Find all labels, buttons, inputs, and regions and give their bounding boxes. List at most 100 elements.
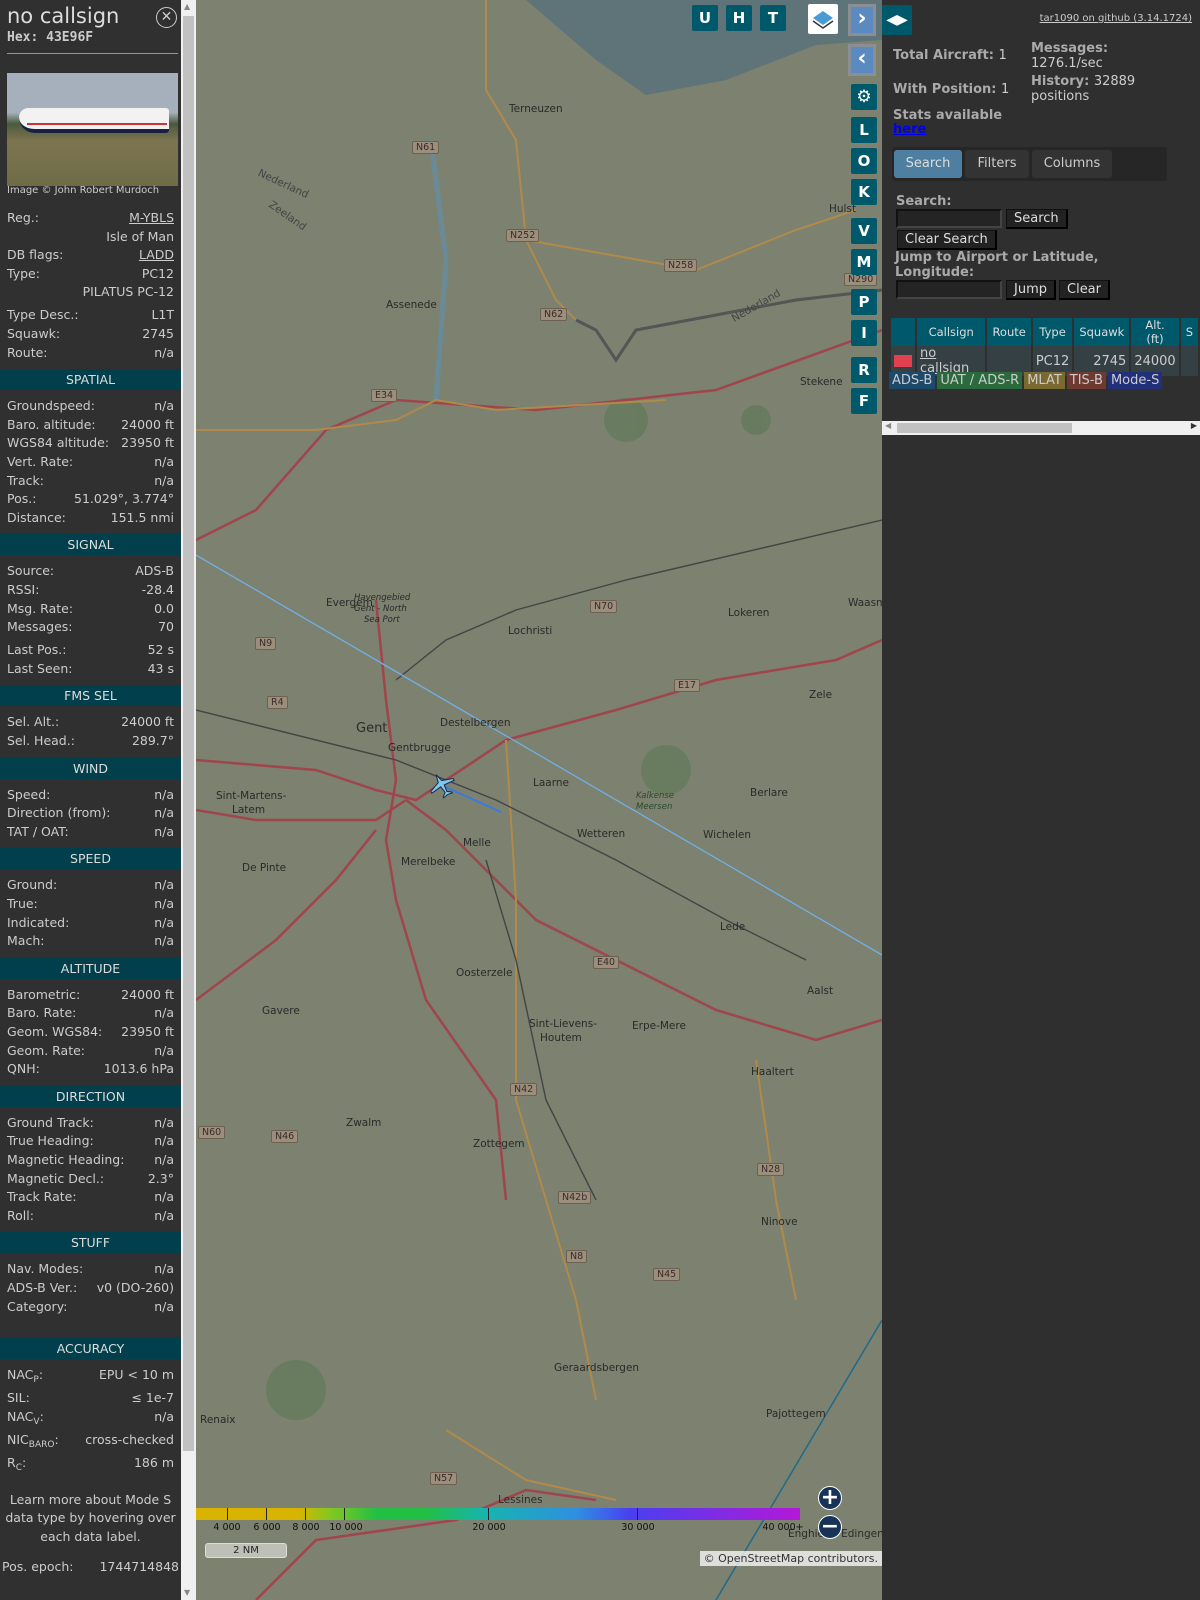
map-button-o[interactable]: O [851, 148, 877, 174]
tab-search[interactable]: Search [894, 150, 962, 178]
map-button-l[interactable]: L [851, 117, 877, 143]
map-button-r[interactable]: R [851, 357, 877, 383]
place-label: Geraardsbergen [554, 1362, 640, 1374]
stats-label: Stats available [893, 108, 1003, 123]
info-label: Geom. Rate: [7, 1042, 86, 1058]
info-value: 51.029°, 3.774° [74, 491, 174, 507]
map-button-i[interactable]: I [851, 320, 877, 346]
info-label: Route: [7, 344, 48, 360]
section-header-altitude: ALTITUDE [0, 957, 181, 979]
zoom-out-button[interactable]: − [818, 1515, 842, 1539]
place-label: Erpe-Mere [632, 1020, 686, 1032]
stats-link[interactable]: here [893, 122, 926, 137]
scale-bar: 2 NM [205, 1543, 287, 1558]
divider [7, 53, 178, 54]
place-label: Meersen [636, 802, 673, 812]
info-row: Baro. Rate: n/a [0, 1004, 181, 1023]
info-value: n/a [154, 786, 174, 802]
map-button-t[interactable]: T [760, 5, 786, 31]
zoom-in-button[interactable]: + [818, 1486, 842, 1510]
map-attribution[interactable]: © OpenStreetMap contributors. [699, 1551, 882, 1566]
selected-callsign: no callsign [7, 4, 120, 28]
map-button-h[interactable]: H [726, 5, 752, 31]
info-label: Direction (from): [7, 805, 111, 821]
map[interactable]: Terneuzen Hulst Assenede Stekene Evergem… [196, 0, 882, 1600]
info-label: NICBARO: [7, 1431, 59, 1450]
place-label: Berlare [750, 787, 788, 799]
aircraft-table: Callsign Route Type Squawk Alt. (ft) S n… [889, 318, 1200, 376]
tab-filters[interactable]: Filters [965, 150, 1029, 178]
jump-input[interactable] [896, 280, 1002, 299]
road-shield: N62 [540, 308, 568, 321]
info-value: ≤ 1e-7 [131, 1390, 174, 1406]
info-label: Barometric: [7, 986, 81, 1002]
info-row: Msg. Rate: 0.0 [0, 600, 181, 619]
place-label: Renaix [200, 1414, 236, 1426]
road-shield: N9 [255, 637, 277, 650]
layers-icon[interactable] [808, 4, 838, 34]
search-label: Search: [896, 194, 952, 209]
badge-modes[interactable]: Mode-S [1107, 372, 1163, 389]
sidebar-scrollbar[interactable]: ▲ ▼ [181, 0, 196, 1600]
legend-tick-label: 20 000 [472, 1522, 506, 1533]
info-value[interactable]: M-YBLS [129, 209, 174, 228]
search-button[interactable]: Search [1006, 209, 1068, 229]
badge-mlat[interactable]: MLAT [1024, 372, 1065, 389]
jump-label: Jump to Airport or Latitude, Longitude: [895, 250, 1099, 280]
aircraft-photo[interactable] [7, 73, 178, 186]
info-row: Magnetic Heading: n/a [0, 1151, 181, 1170]
section-header-direction: DIRECTION [0, 1085, 181, 1107]
column-header-route[interactable]: Route [987, 318, 1031, 346]
info-value: n/a [154, 914, 174, 930]
badge-tisb[interactable]: TIS-B [1066, 372, 1106, 389]
column-header[interactable] [891, 318, 915, 346]
close-icon[interactable]: ✕ [156, 7, 177, 28]
place-label: Zele [809, 689, 833, 701]
place-label: Sea Port [364, 615, 400, 625]
gear-icon[interactable]: ⚙ [851, 84, 877, 110]
clear-button[interactable]: Clear [1059, 280, 1110, 300]
info-label: Category: [7, 1298, 68, 1314]
info-row: Messages: 70 [0, 618, 181, 637]
badge-adsb[interactable]: ADS-B [889, 372, 936, 389]
column-header-callsign[interactable]: Callsign [917, 318, 986, 346]
info-row: NICBARO: cross-checked [0, 1431, 181, 1450]
toggle-panel-button[interactable]: ◀▶ [882, 5, 912, 35]
search-input[interactable] [896, 209, 1002, 228]
info-row: Source: ADS-B [0, 562, 181, 581]
prev-arrow-button[interactable]: ‹ [848, 44, 876, 76]
legend-tick-label: 30 000 [621, 1522, 655, 1533]
map-button-m[interactable]: M [851, 249, 877, 275]
map-button-f[interactable]: F [851, 388, 877, 414]
table-horizontal-scrollbar[interactable]: ◀ ▶ [882, 421, 1200, 435]
clear-search-button[interactable]: Clear Search [897, 230, 997, 250]
altitude-color-legend [196, 1508, 800, 1520]
column-header-type[interactable]: Type [1032, 318, 1073, 346]
github-link[interactable]: tar1090 on github (3.14.1724) [1040, 13, 1192, 24]
info-rows: Reg.: M-YBLS Isle of Man DB flags: LADD Type:… [0, 209, 181, 1577]
info-row: Nav. Modes: n/a [0, 1260, 181, 1279]
map-button-u[interactable]: U [692, 5, 718, 31]
next-arrow-button[interactable]: › [848, 4, 876, 36]
map-button-p[interactable]: P [851, 289, 877, 315]
info-row: Track: n/a [0, 472, 181, 491]
map-button-v[interactable]: V [851, 218, 877, 244]
badge-uat[interactable]: UAT / ADS-R [937, 372, 1023, 389]
info-row: Ground: n/a [0, 876, 181, 895]
column-header-squawk[interactable]: Squawk [1074, 318, 1130, 346]
place-label: Destelbergen [440, 717, 511, 729]
total-aircraft: Total Aircraft: 1 [893, 48, 1007, 63]
info-row: PILATUS PC-12 [0, 283, 181, 302]
info-row: Direction (from): n/a [0, 804, 181, 823]
info-value: Isle of Man [106, 228, 174, 244]
column-header-altitude[interactable]: Alt. (ft) [1131, 318, 1179, 346]
column-header-s[interactable]: S [1180, 318, 1198, 346]
jump-button[interactable]: Jump [1006, 280, 1056, 300]
tab-columns[interactable]: Columns [1032, 150, 1112, 178]
info-value[interactable]: LADD [139, 246, 174, 265]
info-label: Type Desc.: [7, 307, 79, 323]
road-shield: N57 [430, 1472, 458, 1485]
map-button-k[interactable]: K [851, 179, 877, 205]
info-value: 289.7° [131, 733, 174, 749]
info-label: Last Pos.: [7, 642, 67, 658]
